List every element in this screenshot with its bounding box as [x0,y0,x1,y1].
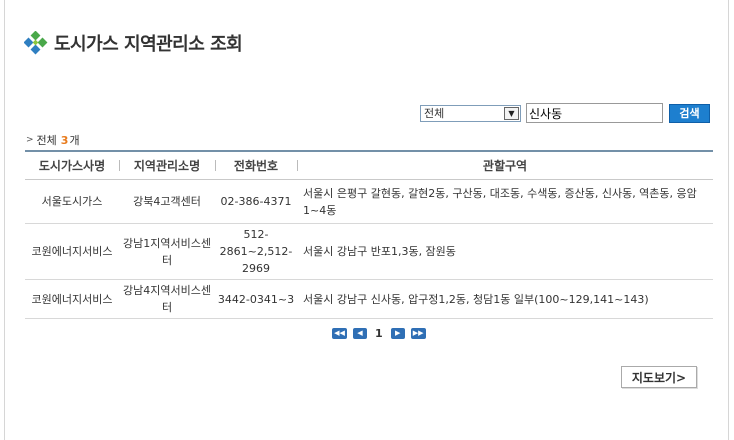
table-row: 서울도시가스 강북4고객센터 02-386-4371 서울시 은평구 갈현동, … [25,179,713,224]
map-view-button[interactable]: 지도보기> [621,366,697,388]
chevron-down-icon[interactable]: ▼ [504,106,519,120]
chevron-right-icon: > [26,135,34,145]
column-header-office: 지역관리소명 [119,151,215,180]
pagination: ◀◀ ◀ 1 ▶ ▶▶ [329,327,429,340]
search-button[interactable]: 검색 [669,103,710,123]
cell-area: 서울시 은평구 갈현동, 갈현2동, 구산동, 대조동, 수색동, 증산동, 신… [297,179,713,224]
filter-select-value: 전체 [424,106,445,120]
result-count: 3 [60,133,69,147]
office-table: 도시가스사명 지역관리소명 전화번호 관할구역 서울도시가스 강북4고객센터 0… [25,150,713,319]
current-page-number[interactable]: 1 [375,327,383,340]
cell-office: 강남1지역서비스센터 [119,223,215,280]
first-page-icon[interactable]: ◀◀ [332,328,347,339]
column-header-phone: 전화번호 [215,151,297,180]
prev-page-icon[interactable]: ◀ [353,328,367,339]
green-diamond-cluster-icon [24,31,48,55]
cell-company: 서울도시가스 [25,179,119,224]
next-page-icon[interactable]: ▶ [390,328,405,339]
page-header: 도시가스 지역관리소 조회 [24,30,243,56]
column-header-company: 도시가스사명 [25,151,119,180]
cell-phone: 3442-0341~3 [215,279,297,319]
column-header-area: 관할구역 [297,151,713,180]
result-summary: > 전체 3 개 [26,132,80,148]
page-title: 도시가스 지역관리소 조회 [54,34,243,55]
cell-area: 서울시 강남구 반포1,3동, 잠원동 [297,223,713,280]
cell-office: 강북4고객센터 [119,179,215,224]
table-row: 코원에너지서비스 강남4지역서비스센터 3442-0341~3 서울시 강남구 … [25,279,713,319]
summary-prefix: 전체 [36,134,57,147]
cell-office: 강남4지역서비스센터 [119,279,215,319]
search-bar: 전체 ▼ 검색 [420,103,710,123]
cell-phone: 512-2861~2,512-2969 [215,223,297,280]
table-row: 코원에너지서비스 강남1지역서비스센터 512-2861~2,512-2969 … [25,223,713,280]
search-input[interactable] [526,103,663,123]
cell-area: 서울시 강남구 신사동, 압구정1,2동, 청담1동 일부(100~129,14… [297,279,713,319]
last-page-icon[interactable]: ▶▶ [410,328,426,339]
summary-suffix: 개 [69,134,80,147]
table-header-row: 도시가스사명 지역관리소명 전화번호 관할구역 [25,151,713,180]
filter-select[interactable]: 전체 ▼ [420,104,521,122]
cell-company: 코원에너지서비스 [25,223,119,280]
cell-phone: 02-386-4371 [215,179,297,224]
cell-company: 코원에너지서비스 [25,279,119,319]
